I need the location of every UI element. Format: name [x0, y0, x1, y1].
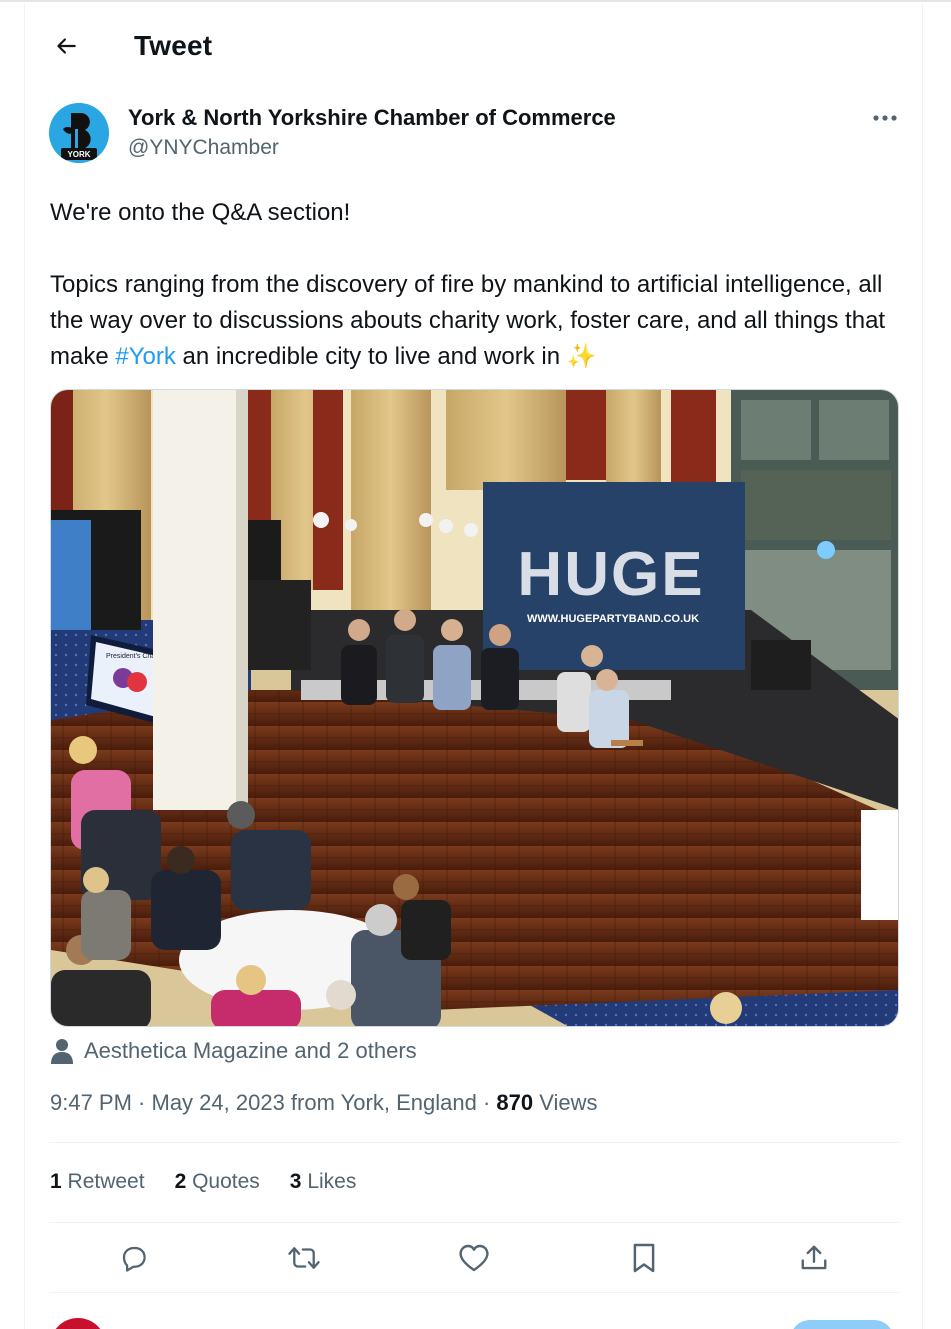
retweets-count: 1 — [50, 1170, 62, 1193]
share-icon — [801, 1245, 827, 1270]
event-photo: HUGE WWW.HUGEPARTYBAND.CO.UK President's… — [51, 390, 898, 1026]
avatar[interactable]: YORK — [49, 103, 109, 163]
tweet-paragraph-2: Topics ranging from the discovery of fir… — [50, 267, 910, 375]
bookmark-button[interactable] — [620, 1234, 668, 1282]
likes-stat[interactable]: 3 Likes — [290, 1170, 357, 1194]
tweet-photo[interactable]: HUGE WWW.HUGEPARTYBAND.CO.UK President's… — [50, 389, 899, 1027]
divider — [49, 1142, 899, 1143]
tweet-time[interactable]: 9:47 PM — [50, 1090, 132, 1115]
page-header: Tweet — [24, 18, 884, 76]
likes-count: 3 — [289, 1170, 302, 1193]
reply-icon — [122, 1246, 146, 1272]
person-icon — [51, 1039, 73, 1064]
retweet-icon — [288, 1247, 320, 1269]
retweets-label: Retweet — [61, 1170, 145, 1193]
tweet-line-1: We're onto the Q&A section! — [50, 199, 351, 226]
views-label: Views — [533, 1090, 598, 1115]
ellipsis-icon — [873, 115, 897, 121]
likes-label: Likes — [301, 1170, 357, 1193]
divider — [49, 1222, 899, 1223]
reply-submit-button[interactable] — [790, 1320, 894, 1329]
tweet-location: from York, England — [284, 1090, 477, 1115]
back-button[interactable] — [48, 28, 84, 64]
arrow-left-icon — [57, 38, 76, 54]
banner-text: HUGE — [517, 540, 704, 609]
share-button[interactable] — [790, 1234, 838, 1282]
sparkles-emoji: ✨ — [566, 343, 597, 370]
quotes-stat[interactable]: 2 Quotes — [175, 1170, 260, 1194]
tweet-date[interactable]: May 24, 2023 — [152, 1090, 285, 1115]
hashtag-link[interactable]: #York — [115, 343, 176, 370]
action-bar — [49, 1234, 899, 1282]
views-count: 870 — [496, 1090, 534, 1115]
separator: · — [131, 1090, 152, 1115]
tweet-meta: 9:47 PM · May 24, 2023 from York, Englan… — [50, 1090, 598, 1116]
engagement-stats: 1 Retweet 2 Quotes 3 Likes — [50, 1170, 356, 1194]
page-title: Tweet — [134, 30, 213, 61]
chamber-logo: YORK — [49, 103, 109, 163]
more-button[interactable] — [868, 106, 902, 130]
quotes-label: Quotes — [186, 1170, 260, 1193]
heart-icon — [459, 1244, 489, 1272]
banner-url: WWW.HUGEPARTYBAND.CO.UK — [527, 613, 699, 625]
avatar-text: YORK — [67, 150, 90, 159]
retweet-button[interactable] — [280, 1234, 328, 1282]
quotes-count: 2 — [174, 1170, 187, 1193]
bookmark-icon — [633, 1243, 655, 1273]
retweets-stat[interactable]: 1 Retweet — [50, 1170, 145, 1194]
separator: · — [476, 1090, 497, 1115]
tagged-text: Aesthetica Magazine and 2 others — [84, 1038, 417, 1063]
tagged-users[interactable]: Aesthetica Magazine and 2 others — [50, 1036, 417, 1066]
tweet-text: We're onto the Q&A section! Topics rangi… — [50, 195, 910, 375]
tweet-text-part: an incredible city to live and work in — [175, 343, 567, 370]
author-name[interactable]: York & North Yorkshire Chamber of Commer… — [128, 105, 616, 131]
like-button[interactable] — [450, 1234, 498, 1282]
author-handle[interactable]: @YNYChamber — [128, 136, 279, 160]
divider — [49, 1292, 899, 1293]
reply-button[interactable] — [110, 1234, 158, 1282]
